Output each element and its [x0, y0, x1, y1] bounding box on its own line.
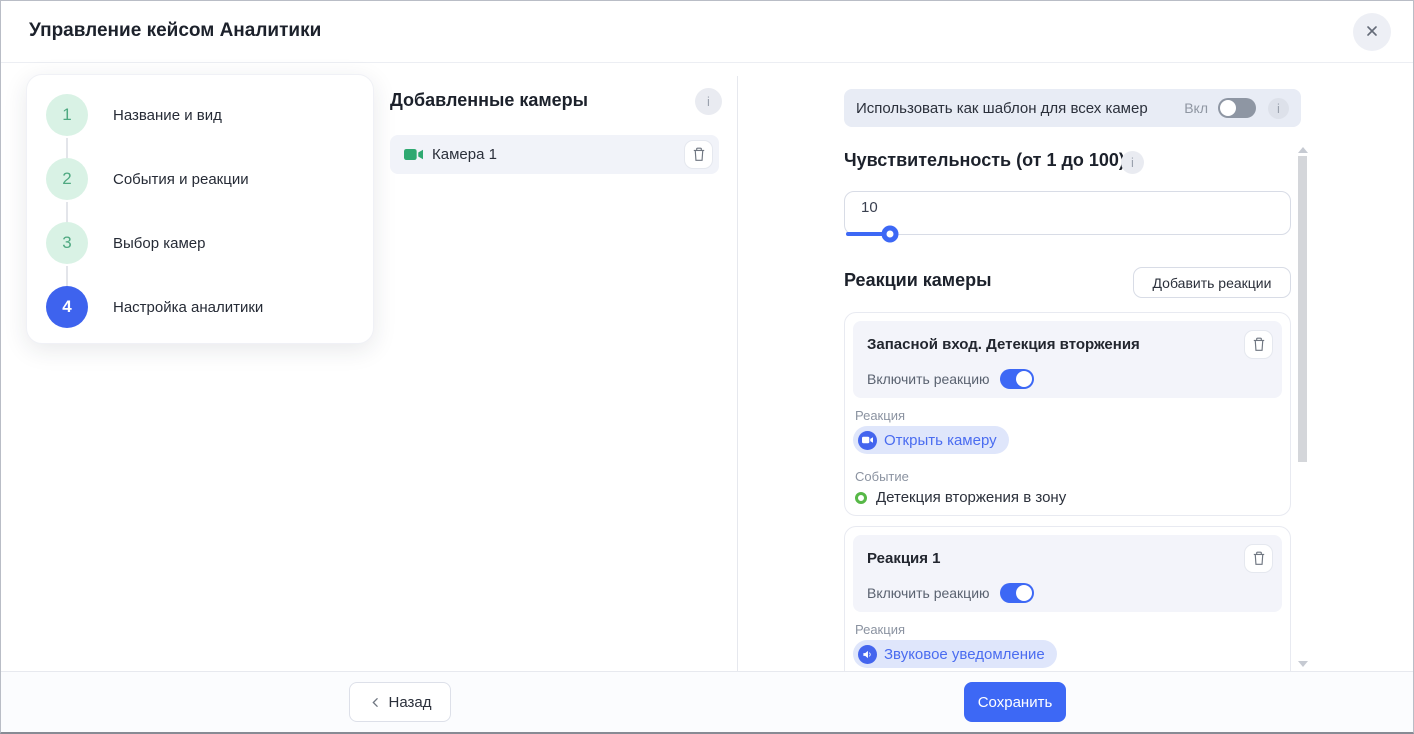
chevron-left-icon — [369, 696, 382, 709]
save-button[interactable]: Сохранить — [964, 682, 1066, 722]
step-number-badge: 2 — [46, 158, 88, 200]
event-field-label: Событие — [855, 469, 909, 484]
sensitivity-slider[interactable] — [846, 232, 1289, 236]
step-label: Настройка аналитики — [113, 299, 263, 316]
step-connector — [66, 266, 68, 288]
step-connector — [66, 202, 68, 224]
scroll-up-arrow-icon[interactable] — [1298, 147, 1308, 153]
delete-reaction-button[interactable] — [1244, 330, 1273, 359]
trash-icon — [692, 147, 706, 162]
manage-case-dialog: Управление кейсом Аналитики 1 Название и… — [0, 0, 1414, 734]
enable-reaction-label: Включить реакцию — [867, 585, 990, 601]
toggle-knob — [1016, 585, 1032, 601]
reaction-card-header: Реакция 1 Включить реакцию — [853, 535, 1282, 612]
reaction-title: Запасной вход. Детекция вторжения — [867, 336, 1140, 353]
wizard-step-events-and-reactions[interactable]: 2 События и реакции — [46, 158, 249, 200]
camera-icon — [404, 148, 423, 161]
camera-list-item[interactable]: Камера 1 — [390, 135, 719, 174]
back-button-label: Назад — [389, 694, 432, 711]
sensitivity-heading: Чувствительность (от 1 до 100) — [844, 150, 1125, 171]
reaction-card: Запасной вход. Детекция вторжения Включи… — [844, 312, 1291, 516]
wizard-steps-card: 1 Название и вид 2 События и реакции 3 В… — [26, 74, 374, 344]
delete-camera-button[interactable] — [684, 140, 713, 169]
scrollbar[interactable] — [1297, 145, 1308, 669]
dialog-title: Управление кейсом Аналитики — [29, 20, 321, 42]
template-toggle[interactable] — [1218, 98, 1256, 118]
add-reactions-button[interactable]: Добавить реакции — [1133, 267, 1291, 298]
delete-reaction-button[interactable] — [1244, 544, 1273, 573]
step-number-badge: 3 — [46, 222, 88, 264]
scroll-clip: Реакция 1 Включить реакцию Реакция Звуко… — [844, 526, 1293, 673]
template-label: Использовать как шаблон для всех камер — [856, 100, 1184, 117]
dialog-header: Управление кейсом Аналитики — [1, 1, 1413, 63]
column-divider — [737, 76, 738, 673]
sensitivity-input[interactable] — [844, 191, 1291, 235]
added-cameras-info-icon[interactable]: i — [695, 88, 722, 115]
template-bar: Использовать как шаблон для всех камер В… — [844, 89, 1301, 127]
reaction-chip[interactable]: Открыть камеру — [853, 426, 1009, 454]
reaction-field-label: Реакция — [855, 622, 905, 637]
step-number-badge-active: 4 — [46, 286, 88, 328]
scroll-down-arrow-icon[interactable] — [1298, 661, 1308, 667]
trash-icon — [1252, 337, 1266, 352]
slider-handle[interactable] — [882, 226, 899, 243]
event-row: Детекция вторжения в зону — [855, 489, 1066, 506]
camera-name: Камера 1 — [432, 146, 684, 163]
wizard-step-camera-selection[interactable]: 3 Выбор камер — [46, 222, 205, 264]
reaction-field-label: Реакция — [855, 408, 905, 423]
toggle-knob — [1016, 371, 1032, 387]
close-icon — [1364, 23, 1380, 42]
reaction-card: Реакция 1 Включить реакцию Реакция Звуко… — [844, 526, 1291, 673]
camera-icon — [858, 431, 877, 450]
step-label: Выбор камер — [113, 235, 205, 252]
scrollbar-thumb[interactable] — [1298, 156, 1307, 462]
dialog-footer: Назад Сохранить — [1, 671, 1413, 732]
reaction-chip-label: Звуковое уведомление — [884, 646, 1045, 663]
event-name: Детекция вторжения в зону — [876, 489, 1066, 506]
wizard-step-analytics-settings[interactable]: 4 Настройка аналитики — [46, 286, 263, 328]
event-status-icon — [855, 492, 867, 504]
speaker-icon — [858, 645, 877, 664]
step-number-badge: 1 — [46, 94, 88, 136]
enable-reaction-toggle[interactable] — [1000, 583, 1034, 603]
reaction-chip-label: Открыть камеру — [884, 432, 997, 449]
sensitivity-info-icon[interactable]: i — [1121, 151, 1144, 174]
enable-reaction-label: Включить реакцию — [867, 371, 990, 387]
reaction-card-header: Запасной вход. Детекция вторжения Включи… — [853, 321, 1282, 398]
template-state-label: Вкл — [1184, 100, 1208, 116]
reactions-heading: Реакции камеры — [844, 270, 992, 291]
reaction-chip[interactable]: Звуковое уведомление — [853, 640, 1057, 668]
step-label: Название и вид — [113, 107, 222, 124]
step-connector — [66, 138, 68, 160]
wizard-step-name-and-type[interactable]: 1 Название и вид — [46, 94, 222, 136]
back-button[interactable]: Назад — [349, 682, 451, 722]
close-button[interactable] — [1353, 13, 1391, 51]
step-label: События и реакции — [113, 171, 249, 188]
trash-icon — [1252, 551, 1266, 566]
enable-reaction-toggle[interactable] — [1000, 369, 1034, 389]
added-cameras-heading: Добавленные камеры — [390, 90, 588, 111]
toggle-knob — [1220, 100, 1236, 116]
template-info-icon[interactable]: i — [1268, 98, 1289, 119]
reaction-title: Реакция 1 — [867, 550, 941, 567]
